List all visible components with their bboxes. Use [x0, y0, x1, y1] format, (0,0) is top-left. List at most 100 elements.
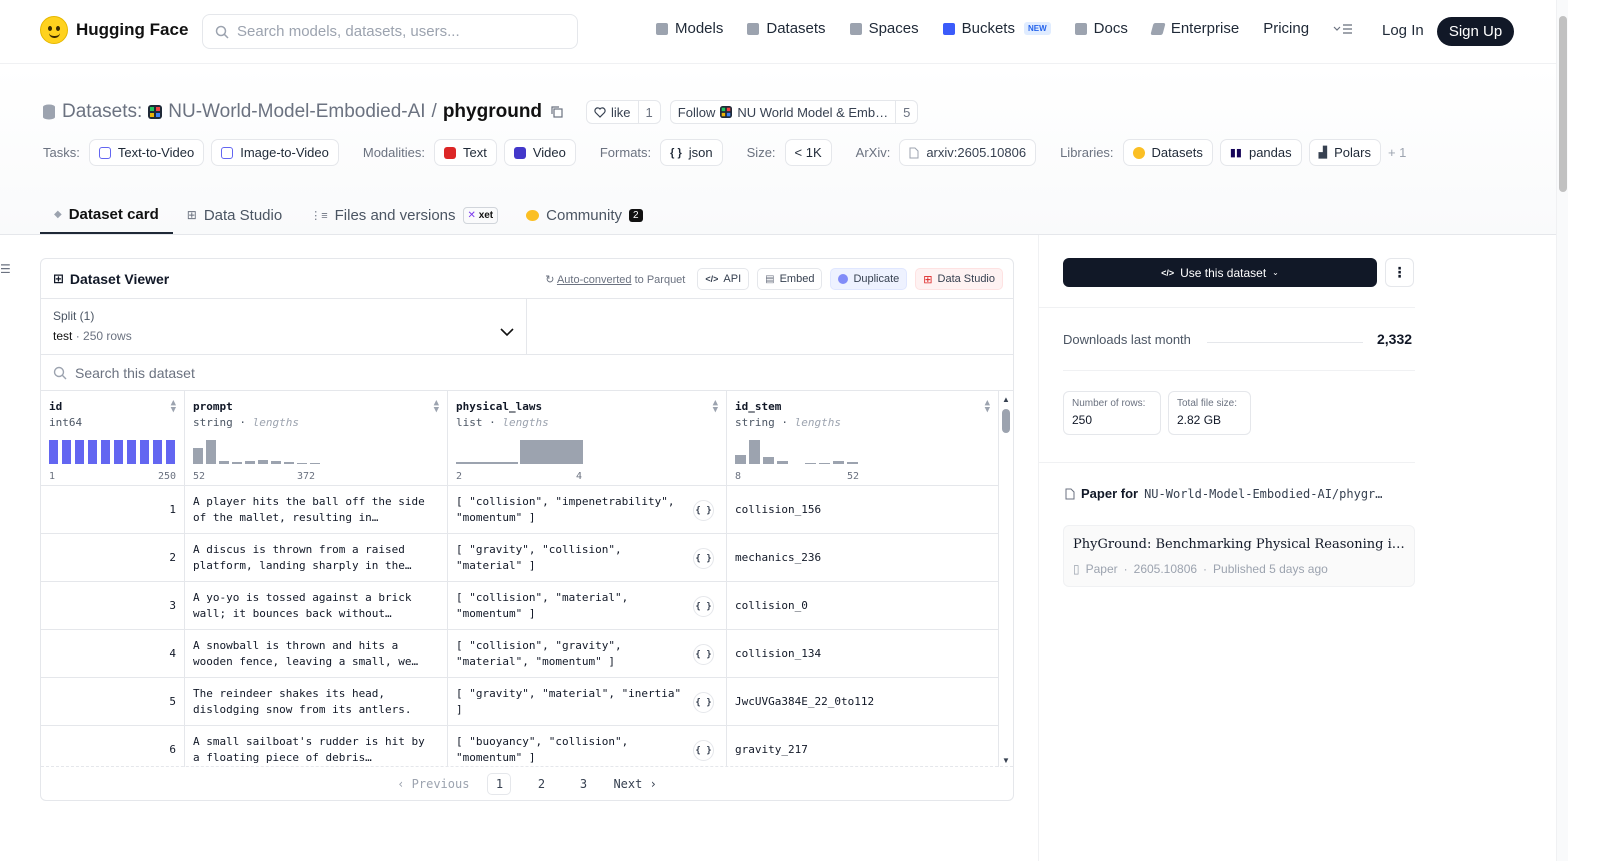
page-2-button[interactable]: 2 [529, 773, 553, 795]
nav-datasets[interactable]: Datasets [747, 20, 826, 37]
tag-size[interactable]: < 1K [784, 139, 832, 166]
xet-label: xet [478, 209, 494, 221]
nav-label: Datasets [766, 20, 826, 37]
stat-value: 250 [1072, 413, 1093, 427]
column-header-id-stem[interactable]: id_stem string · lengths ▲ ▼ 8 52 [727, 391, 999, 486]
tag-lib-polars[interactable]: ▟ Polars [1308, 139, 1381, 166]
nav-pricing[interactable]: Pricing [1263, 20, 1309, 37]
tag-video[interactable]: Video [503, 139, 576, 166]
duplicate-button[interactable]: Duplicate [830, 268, 908, 290]
json-view-icon[interactable]: { } [693, 596, 714, 617]
button-label: API [723, 273, 742, 285]
column-name: prompt [193, 400, 233, 413]
tab-community[interactable]: Community 2 [512, 196, 656, 234]
previous-page-button[interactable]: ‹ Previous [397, 773, 469, 795]
data-studio-button[interactable]: ⊞ Data Studio [915, 268, 1003, 290]
paper-label: Paper for [1081, 486, 1139, 501]
tab-dataset-card[interactable]: ◆ Dataset card [40, 196, 173, 234]
json-view-icon[interactable]: { } [693, 548, 714, 569]
column-header-id[interactable]: id int64 ▲ ▼ 1 250 [41, 391, 185, 486]
tab-data-studio[interactable]: ⊞ Data Studio [173, 196, 296, 234]
hugging-face-icon [40, 16, 68, 44]
column-type-text: int64 [49, 416, 83, 429]
like-button[interactable]: like 1 [586, 100, 661, 124]
split-name: test [53, 329, 73, 343]
nav-buckets[interactable]: Buckets NEW [942, 20, 1051, 37]
page-scrollbar-thumb[interactable] [1559, 16, 1567, 192]
follow-button[interactable]: Follow NU World Model & Emb… 5 [669, 100, 919, 124]
json-view-icon[interactable]: { } [693, 692, 714, 713]
more-libraries[interactable]: + 1 [1388, 145, 1406, 160]
page-3-button[interactable]: 3 [571, 773, 595, 795]
cell-text: [ "gravity", "material", "inertia" ] [456, 687, 682, 716]
table-row[interactable]: 5 The reindeer shakes its head, dislodgi… [41, 678, 999, 726]
table-scrollbar[interactable]: ▲ ▼ [999, 391, 1013, 767]
page-1-button[interactable]: 1 [487, 772, 512, 795]
cell-text: A yo-yo is tossed against a brick wall; … [193, 591, 412, 620]
auto-converted-link[interactable]: Auto-converted [557, 274, 632, 286]
toc-toggle-icon[interactable]: ☰ [0, 262, 11, 276]
json-view-icon[interactable]: { } [693, 644, 714, 665]
nav-more-menu[interactable] [1333, 23, 1353, 35]
tag-image-to-video[interactable]: Image-to-Video [211, 139, 339, 166]
tag-text-to-video[interactable]: Text-to-Video [88, 139, 205, 166]
sort-icon[interactable]: ▲ ▼ [171, 399, 176, 415]
tab-files[interactable]: ⋮≡ Files and versions ✕ xet [296, 196, 512, 234]
page-scrollbar[interactable] [1556, 0, 1568, 861]
path-separator: / [431, 101, 437, 122]
json-view-icon[interactable]: { } [693, 740, 714, 761]
column-header-prompt[interactable]: prompt string · lengths ▲ ▼ 52 372 [185, 391, 448, 486]
tag-json[interactable]: { } json [660, 139, 723, 166]
tag-text[interactable]: Text [434, 139, 497, 166]
paper-card[interactable]: PhyGround: Benchmarking Physical Reasoni… [1063, 525, 1415, 587]
formats-label: Formats: [599, 145, 652, 160]
dataset-name[interactable]: phyground [443, 101, 542, 123]
nav-models[interactable]: Models [656, 20, 723, 37]
next-page-button[interactable]: Next › [613, 773, 656, 795]
table-row[interactable]: 3 A yo-yo is tossed against a brick wall… [41, 582, 999, 630]
paper-heading: Paper for NU-World-Model-Embodied-AI/phy… [1065, 486, 1383, 501]
embed-button[interactable]: ▤ Embed [757, 268, 823, 290]
cell-prompt: A player hits the ball off the side of t… [185, 486, 448, 533]
scroll-up-arrow[interactable]: ▲ [1002, 395, 1010, 404]
enterprise-icon [1150, 22, 1166, 35]
top-header: Hugging Face Search models, datasets, us… [0, 0, 1556, 64]
sort-icon[interactable]: ▲ ▼ [985, 399, 990, 415]
column-header-physical-laws[interactable]: physical_laws list · lengths ▲ ▼ 2 4 [448, 391, 727, 486]
nav-label: Pricing [1263, 20, 1310, 37]
dataset-search-input[interactable]: Search this dataset [41, 355, 1013, 391]
signup-button[interactable]: Sign Up [1437, 17, 1514, 46]
tag-arxiv[interactable]: arxiv:2605.10806 [899, 139, 1037, 166]
table-row[interactable]: 1 A player hits the ball off the side of… [41, 486, 999, 534]
cube-icon [656, 22, 668, 35]
copy-icon[interactable] [550, 105, 564, 119]
tag-lib-pandas[interactable]: ▮▮ pandas [1219, 139, 1302, 166]
org-link[interactable]: NU-World-Model-Embodied-AI [168, 101, 425, 123]
table-row[interactable]: 4 A snowball is thrown and hits a wooden… [41, 630, 999, 678]
split-selector[interactable]: Split (1) test · 250 rows [41, 299, 527, 355]
json-view-icon[interactable]: { } [693, 500, 714, 521]
document-icon [909, 147, 919, 158]
more-options-button[interactable]: ⋮ [1385, 258, 1414, 287]
split-label: Split (1) [53, 309, 95, 323]
pager-label: Previous [411, 776, 470, 791]
cell-physical-laws: [ "collision", "material", "momentum" ] {… [448, 582, 727, 629]
sort-icon[interactable]: ▲ ▼ [434, 399, 439, 415]
brand-logo[interactable]: Hugging Face [40, 16, 188, 44]
global-search-input[interactable]: Search models, datasets, users... [202, 14, 578, 49]
nav-docs[interactable]: Docs [1074, 20, 1128, 37]
tag-lib-datasets[interactable]: Datasets [1122, 139, 1213, 166]
api-button[interactable]: </> API [697, 268, 750, 290]
sort-icon[interactable]: ▲ ▼ [713, 399, 718, 415]
login-link[interactable]: Log In [1382, 22, 1424, 39]
table-row[interactable]: 6 A small sailboat's rudder is hit by a … [41, 726, 999, 767]
nav-spaces[interactable]: Spaces [849, 20, 919, 37]
scrollbar-thumb[interactable] [1002, 409, 1010, 433]
chevron-down-icon [500, 328, 514, 337]
use-dataset-button[interactable]: </> Use this dataset ⌄ [1063, 258, 1377, 287]
nav-enterprise[interactable]: Enterprise [1150, 20, 1239, 37]
stat-value: 2.82 GB [1177, 413, 1222, 427]
scroll-down-arrow[interactable]: ▼ [1002, 756, 1010, 765]
cell-id: 3 [41, 582, 185, 629]
table-row[interactable]: 2 A discus is thrown from a raised platf… [41, 534, 999, 582]
